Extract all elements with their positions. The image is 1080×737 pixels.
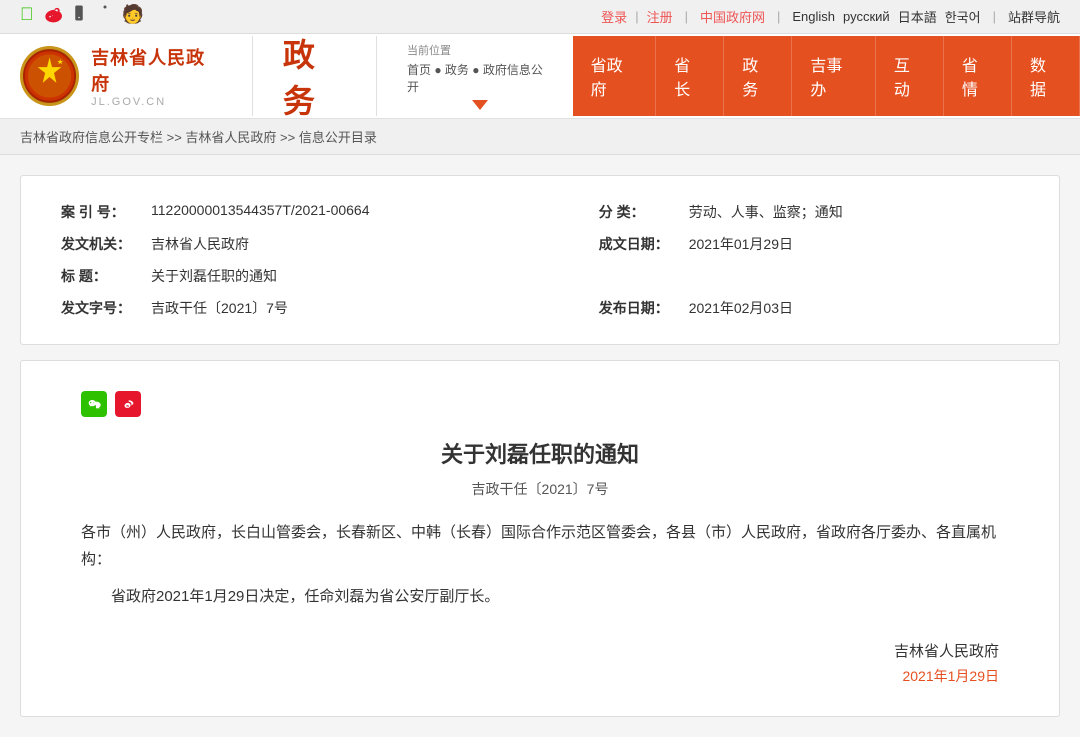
document-content: 省政府2021年1月29日决定，任命刘磊为省公安厅副厅长。	[81, 583, 999, 610]
share-wechat-button[interactable]	[81, 391, 107, 417]
table-row: 标 题： 关于刘磊任职的通知	[51, 260, 1029, 292]
social-icons:  🧑	[20, 4, 144, 29]
info-table: 案 引 号： 11220000013544357T/2021-00664 分 类…	[51, 196, 1029, 324]
logo-area: 吉林省人民政府 JL.GOV.CN	[0, 34, 242, 118]
site-header: 吉林省人民政府 JL.GOV.CN 政务 当前位置 首页 ● 政务 ● 政府信息…	[0, 34, 1080, 119]
nav-governor[interactable]: 省长	[656, 36, 724, 116]
nav-province-info[interactable]: 省情	[944, 36, 1012, 116]
english-link[interactable]: English	[792, 9, 835, 24]
header-breadcrumb: 首页 ● 政务 ● 政府信息公开	[407, 61, 553, 95]
field-value-doc-number: 吉政干任〔2021〕7号	[141, 292, 559, 324]
document-recipient: 各市（州）人民政府，长白山管委会，长春新区、中韩（长春）国际合作示范区管委会，各…	[81, 519, 999, 573]
document-date: 2021年1月29日	[81, 666, 999, 686]
breadcrumb-arrow	[472, 100, 488, 110]
main-nav: 省政府 省长 政务 吉事办 互动 省情 数据	[573, 36, 1080, 116]
share-icons	[81, 391, 999, 417]
field-label-date-written: 成文日期：	[559, 228, 679, 260]
field-label-reference: 案 引 号：	[51, 196, 141, 228]
separator: |	[635, 9, 638, 24]
mascot-icon: 🧑	[122, 4, 144, 29]
field-value-category: 劳动、人事、监察；通知	[679, 196, 1029, 228]
document-body: 各市（州）人民政府，长白山管委会，长春新区、中韩（长春）国际合作示范区管委会，各…	[81, 519, 999, 610]
field-value-title: 关于刘磊任职的通知	[141, 260, 1029, 292]
top-bar:  🧑 登录 | 注册 | 中国政府网 | English русский 日本…	[0, 0, 1080, 34]
korean-link[interactable]: 한국어	[945, 7, 981, 26]
document-signature: 吉林省人民政府	[81, 640, 999, 661]
government-emblem	[20, 46, 79, 106]
logo-text: 吉林省人民政府 JL.GOV.CN	[91, 44, 222, 108]
main-content: 案 引 号： 11220000013544357T/2021-00664 分 类…	[0, 155, 1080, 737]
document-number: 吉政干任〔2021〕7号	[81, 479, 999, 499]
field-label-doc-number: 发文字号：	[51, 292, 141, 324]
field-label-pub-date: 发布日期：	[559, 292, 679, 324]
home-link[interactable]: 首页	[407, 63, 431, 77]
table-row: 发文机关： 吉林省人民政府 成文日期： 2021年01月29日	[51, 228, 1029, 260]
document-card: 关于刘磊任职的通知 吉政干任〔2021〕7号 各市（州）人民政府，长白山管委会，…	[20, 360, 1060, 717]
field-value-issuer: 吉林省人民政府	[141, 228, 559, 260]
russian-link[interactable]: русский	[843, 9, 890, 24]
login-link[interactable]: 登录	[601, 7, 627, 26]
section-link[interactable]: 政务	[445, 63, 469, 77]
table-row: 案 引 号： 11220000013544357T/2021-00664 分 类…	[51, 196, 1029, 228]
phone-icon	[70, 4, 88, 29]
field-label-issuer: 发文机关：	[51, 228, 141, 260]
sub-breadcrumb: 吉林省政府信息公开专栏 >> 吉林省人民政府 >> 信息公开目录	[0, 119, 1080, 155]
field-value-pub-date: 2021年02月03日	[679, 292, 1029, 324]
japanese-link[interactable]: 日本語	[898, 7, 937, 26]
table-row: 发文字号： 吉政干任〔2021〕7号 发布日期： 2021年02月03日	[51, 292, 1029, 324]
field-label-category: 分 类：	[559, 196, 679, 228]
current-position-area: 当前位置 首页 ● 政务 ● 政府信息公开	[387, 37, 573, 115]
wechat-icon[interactable]: 	[20, 4, 34, 29]
field-value-reference: 11220000013544357T/2021-00664	[141, 196, 559, 228]
nav-jishiban[interactable]: 吉事办	[792, 36, 876, 116]
info-card: 案 引 号： 11220000013544357T/2021-00664 分 类…	[20, 175, 1060, 345]
accessibility-icon	[96, 4, 114, 29]
nav-zhengwu[interactable]: 政务	[724, 36, 792, 116]
section-title: 政务	[252, 36, 377, 116]
field-value-date-written: 2021年01月29日	[679, 228, 1029, 260]
weibo-icon[interactable]	[42, 4, 62, 29]
share-weibo-button[interactable]	[115, 391, 141, 417]
nav-data[interactable]: 数据	[1012, 36, 1080, 116]
current-position-label: 当前位置	[407, 42, 553, 58]
document-title: 关于刘磊任职的通知	[81, 437, 999, 469]
nav-interact[interactable]: 互动	[876, 36, 944, 116]
field-label-title: 标 题：	[51, 260, 141, 292]
register-link[interactable]: 注册	[647, 7, 673, 26]
site-nav-link[interactable]: 站群导航	[1008, 7, 1060, 26]
govcn-link[interactable]: 中国政府网	[700, 7, 765, 26]
nav-province-gov[interactable]: 省政府	[573, 36, 657, 116]
